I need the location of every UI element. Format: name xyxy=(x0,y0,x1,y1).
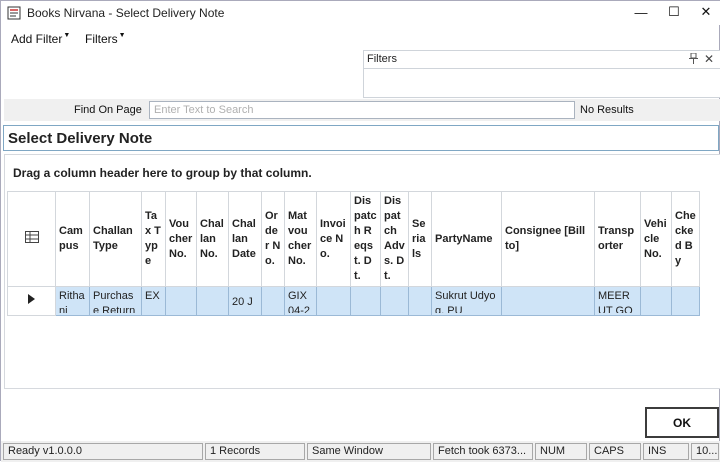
table-cell[interactable] xyxy=(501,286,595,316)
cell-text: 20 J xyxy=(232,296,253,308)
table-cell[interactable]: EX xyxy=(141,286,166,316)
menu-filters-label: Filters xyxy=(85,32,118,46)
column-header[interactable]: Mat voucher No. xyxy=(284,191,317,287)
column-header[interactable]: Serials xyxy=(408,191,432,287)
find-label: Find On Page xyxy=(74,104,142,116)
maximize-icon: ☐ xyxy=(668,4,680,19)
pin-icon[interactable] xyxy=(689,52,698,67)
filters-close-icon[interactable]: ✕ xyxy=(704,52,714,66)
dropdown-arrow-icon: ▼ xyxy=(63,32,71,39)
table-cell[interactable]: MEERUT GOL xyxy=(594,286,641,316)
app-window: Books Nirvana - Select Delivery Note — ☐… xyxy=(0,0,720,462)
close-button[interactable]: ✕ xyxy=(691,1,720,23)
cell-text xyxy=(505,289,591,313)
window-title: Books Nirvana - Select Delivery Note xyxy=(27,6,225,20)
minimize-icon: — xyxy=(634,4,648,20)
filters-panel-header: Filters ✕ xyxy=(364,51,720,69)
status-bar: Ready v1.0.0.0 1 Records Same Window Fet… xyxy=(1,441,720,462)
status-fetch-time: Fetch took 6373... xyxy=(433,443,533,460)
search-result-status: No Results xyxy=(580,104,634,116)
cell-text: EX xyxy=(145,290,160,302)
status-extra: 10... xyxy=(691,443,719,460)
status-caps-lock: CAPS xyxy=(589,443,641,460)
table-cell[interactable] xyxy=(196,286,229,316)
status-ready: Ready v1.0.0.0 xyxy=(3,443,203,460)
group-by-panel[interactable]: Drag a column header here to group by th… xyxy=(5,155,720,189)
row-indicator-icon[interactable] xyxy=(7,286,56,316)
group-by-hint: Drag a column header here to group by th… xyxy=(13,166,312,180)
cell-text xyxy=(320,289,347,313)
title-bar: Books Nirvana - Select Delivery Note — ☐… xyxy=(1,1,720,25)
table-cell[interactable]: Rithani xyxy=(55,286,90,316)
table-cell[interactable]: 20 J xyxy=(228,286,262,316)
column-header[interactable]: Campus xyxy=(55,191,90,287)
ok-button[interactable]: OK xyxy=(645,407,719,438)
page-title: Select Delivery Note xyxy=(8,130,153,147)
cell-text xyxy=(354,289,377,313)
menu-add-filter-label: Add Filter xyxy=(11,32,63,46)
page-caption: Select Delivery Note xyxy=(3,125,719,151)
search-input[interactable] xyxy=(149,101,575,119)
filters-panel: Filters ✕ xyxy=(363,50,720,98)
cell-text: Sukrut Udyog, PU xyxy=(435,290,496,313)
column-header[interactable]: Transporter xyxy=(594,191,641,287)
cell-text xyxy=(384,289,405,313)
table-cell[interactable] xyxy=(350,286,381,316)
menu-filters[interactable]: Filters▼ xyxy=(85,32,126,46)
table-row[interactable]: Rithani Purchase Return EX 20 J GIX 04-2… xyxy=(7,286,700,316)
table-cell[interactable] xyxy=(380,286,409,316)
status-window-mode: Same Window xyxy=(307,443,431,460)
cell-text: MEERUT GOL xyxy=(598,290,633,313)
cell-text xyxy=(412,289,428,313)
filters-panel-title: Filters xyxy=(367,53,397,65)
maximize-button[interactable]: ☐ xyxy=(659,1,689,23)
status-num-lock: NUM xyxy=(535,443,587,460)
table-cell[interactable] xyxy=(671,286,700,316)
cell-text: Rithani xyxy=(59,290,85,313)
column-header[interactable]: Dispatch Advs. Dt. xyxy=(380,191,409,287)
column-header[interactable]: Checked By xyxy=(671,191,700,287)
delivery-note-table: Campus Challan Type Tax Type Voucher No.… xyxy=(7,191,700,316)
table-header-row: Campus Challan Type Tax Type Voucher No.… xyxy=(7,191,700,287)
table-cell[interactable]: Sukrut Udyog, PU xyxy=(431,286,502,316)
cell-text xyxy=(200,289,225,313)
cell-text xyxy=(675,289,696,313)
table-cell[interactable] xyxy=(165,286,197,316)
cell-text: Purchase Return xyxy=(93,290,136,313)
column-header[interactable]: Consignee [Bill to] xyxy=(501,191,595,287)
cell-text xyxy=(169,289,193,313)
column-header[interactable]: Dispatch Reqst. Dt. xyxy=(350,191,381,287)
column-header[interactable]: Order No. xyxy=(261,191,285,287)
column-header[interactable]: Invoice No. xyxy=(316,191,351,287)
column-header[interactable]: Vehicle No. xyxy=(640,191,672,287)
cell-text xyxy=(265,289,281,313)
table-cell[interactable] xyxy=(408,286,432,316)
cell-text: GIX 04-2 xyxy=(288,290,311,313)
table-cell[interactable]: Purchase Return xyxy=(89,286,142,316)
table-cell[interactable]: GIX 04-2 xyxy=(284,286,317,316)
close-icon: ✕ xyxy=(700,4,712,19)
minimize-button[interactable]: — xyxy=(626,1,656,23)
column-header[interactable]: Challan Date xyxy=(228,191,262,287)
app-icon xyxy=(7,6,21,20)
status-record-count: 1 Records xyxy=(205,443,305,460)
table-cell[interactable] xyxy=(640,286,672,316)
table-cell[interactable] xyxy=(316,286,351,316)
column-header[interactable]: Tax Type xyxy=(141,191,166,287)
data-grid: Drag a column header here to group by th… xyxy=(4,154,720,389)
menu-add-filter[interactable]: Add Filter▼ xyxy=(11,32,70,46)
column-header[interactable]: PartyName xyxy=(431,191,502,287)
menu-bar: Add Filter▼ Filters▼ xyxy=(1,31,361,49)
column-header[interactable]: Voucher No. xyxy=(165,191,197,287)
table-cell[interactable] xyxy=(261,286,285,316)
dropdown-arrow-icon: ▼ xyxy=(118,32,126,39)
find-bar: Find On Page No Results xyxy=(4,99,720,121)
column-header[interactable]: Challan Type xyxy=(89,191,142,287)
column-chooser-icon[interactable] xyxy=(7,191,56,287)
column-header[interactable]: Challan No. xyxy=(196,191,229,287)
status-insert-mode: INS xyxy=(643,443,689,460)
cell-text xyxy=(644,289,668,313)
